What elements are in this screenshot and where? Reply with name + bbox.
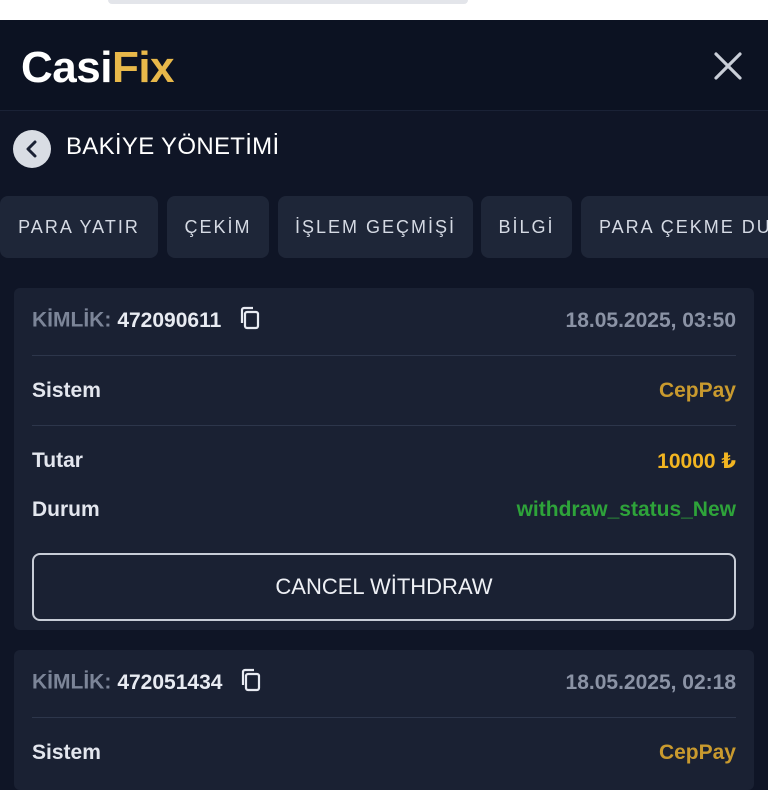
- app-header: CasiFix: [0, 20, 768, 111]
- status-label: Durum: [32, 498, 100, 521]
- system-label: Sistem: [32, 379, 101, 402]
- balance-tabs: PARA YATIR ÇEKİM İŞLEM GEÇMİŞİ BİLGİ PAR…: [0, 196, 768, 258]
- url-bar-edge: [108, 0, 468, 4]
- transaction-id-row: KİMLİK: 472051434 18.05.2025, 02:18: [32, 668, 736, 698]
- transaction-id-row: KİMLİK: 472090611 18.05.2025, 03:50: [32, 306, 736, 336]
- tab-transaction-history[interactable]: İŞLEM GEÇMİŞİ: [278, 196, 473, 258]
- divider: [32, 355, 736, 356]
- chevron-left-icon: [26, 140, 37, 158]
- transaction-card: KİMLİK: 472090611 18.05.2025, 03:50 Siste…: [14, 288, 754, 630]
- logo-text-fix: Fix: [111, 43, 175, 92]
- close-icon: [714, 52, 742, 80]
- tab-withdraw-status[interactable]: PARA ÇEKME DU: [581, 196, 768, 258]
- casifix-logo[interactable]: CasiFix: [21, 43, 175, 92]
- copy-icon[interactable]: [239, 306, 261, 336]
- transaction-date: 18.05.2025, 02:18: [565, 671, 736, 694]
- browser-top-strip: [0, 0, 768, 20]
- transaction-card: KİMLİK: 472051434 18.05.2025, 02:18 Siste…: [14, 650, 754, 790]
- system-label: Sistem: [32, 741, 101, 764]
- status-row: Durum withdraw_status_New: [32, 495, 736, 525]
- cancel-withdraw-button[interactable]: CANCEL WİTHDRAW: [32, 553, 736, 621]
- transaction-id: 472051434: [117, 670, 223, 694]
- transaction-id: 472090611: [117, 308, 222, 332]
- transaction-date: 18.05.2025, 03:50: [565, 309, 736, 332]
- divider: [32, 717, 736, 718]
- back-button[interactable]: [13, 130, 51, 168]
- system-value: CepPay: [658, 741, 736, 764]
- amount-row: Tutar 10000 ₺: [32, 446, 736, 476]
- tab-info[interactable]: BİLGİ: [481, 196, 572, 258]
- tab-withdraw[interactable]: ÇEKİM: [167, 196, 269, 258]
- id-label: KİMLİK:: [32, 670, 112, 694]
- tab-deposit[interactable]: PARA YATIR: [0, 196, 158, 258]
- close-button[interactable]: [706, 44, 750, 88]
- page-header: BAKİYE YÖNETİMİ: [0, 111, 768, 186]
- system-value: CepPay: [658, 379, 736, 402]
- page-title: BAKİYE YÖNETİMİ: [66, 133, 280, 160]
- divider: [32, 425, 736, 426]
- logo-text-casi: Casi: [21, 43, 112, 92]
- system-row: Sistem CepPay: [32, 738, 736, 768]
- copy-icon[interactable]: [240, 668, 262, 698]
- id-label: KİMLİK:: [32, 308, 112, 332]
- amount-value: 10000 ₺: [657, 449, 736, 473]
- status-value: withdraw_status_New: [516, 498, 736, 521]
- amount-label: Tutar: [32, 449, 83, 472]
- system-row: Sistem CepPay: [32, 376, 736, 406]
